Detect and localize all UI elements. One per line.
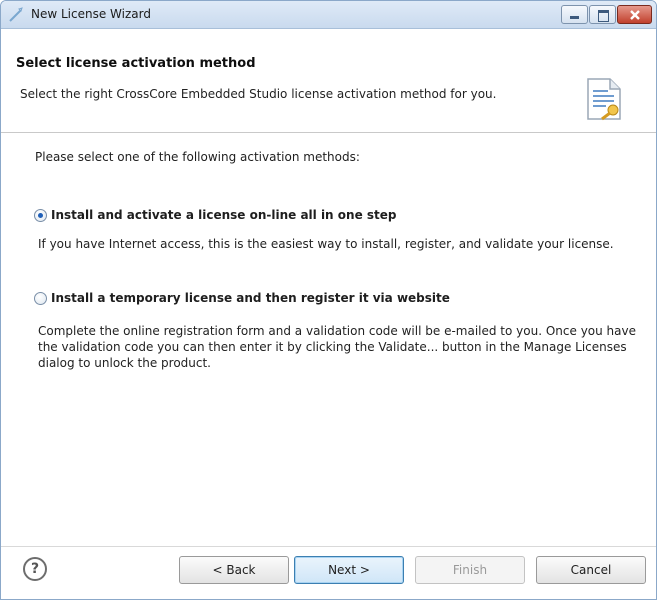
page-title: Select license activation method (16, 56, 256, 71)
minimize-button[interactable] (561, 5, 588, 24)
option-online-label[interactable]: Install and activate a license on-line a… (51, 208, 397, 222)
next-button[interactable]: Next > (294, 556, 404, 584)
intro-text: Please select one of the following activ… (35, 150, 360, 164)
page-description: Select the right CrossCore Embedded Stud… (20, 87, 497, 101)
close-icon (630, 10, 640, 20)
finish-button: Finish (415, 556, 525, 584)
license-document-icon (587, 78, 621, 121)
wizard-window: New License Wizard Select license activa… (0, 0, 657, 600)
option-temporary-label[interactable]: Install a temporary license and then reg… (51, 291, 450, 305)
wizard-icon (9, 7, 23, 22)
back-button[interactable]: < Back (179, 556, 289, 584)
window-title: New License Wizard (31, 7, 151, 21)
radio-online-activation[interactable] (34, 209, 47, 222)
title-bar[interactable]: New License Wizard (1, 1, 656, 29)
option-temporary-description: Complete the online registration form an… (38, 324, 636, 370)
cancel-button[interactable]: Cancel (536, 556, 646, 584)
wizard-header: Select license activation method Select … (1, 29, 656, 133)
option-online-description: If you have Internet access, this is the… (38, 237, 614, 251)
close-button[interactable] (617, 5, 652, 24)
radio-temporary-license[interactable] (34, 292, 47, 305)
help-button[interactable]: ? (23, 557, 47, 581)
button-bar: ? < Back Next > Finish Cancel (1, 546, 656, 599)
wizard-content: Please select one of the following activ… (1, 134, 656, 546)
maximize-button[interactable] (589, 5, 616, 24)
